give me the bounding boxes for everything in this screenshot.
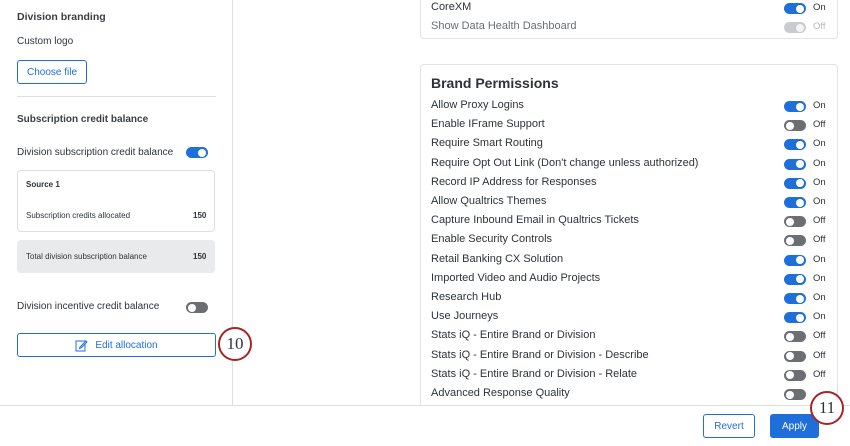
step-callout-10: 10	[218, 327, 252, 361]
permission-state-research-hub: On	[813, 292, 826, 303]
step-callout-11: 11	[810, 391, 844, 425]
permission-label-show-data-health-dashboard: Show Data Health Dashboard	[431, 20, 577, 32]
permission-state-allow-qualtrics-themes: On	[813, 196, 826, 207]
total-balance-label: Total division subscription balance	[26, 252, 147, 261]
permission-state-enable-iframe-support: Off	[813, 119, 826, 131]
permission-state-use-journeys: On	[813, 311, 826, 323]
permission-state-stats-iq-entire-brand-or-division-relate: Off	[813, 368, 826, 380]
permission-state-stats-iq-entire-brand-or-division-describe: Off	[813, 349, 826, 361]
permission-label-stats-iq-entire-brand-or-division: Stats iQ - Entire Brand or Division	[431, 329, 596, 342]
permission-state-capture-inbound-email-in-qualtrics-tickets: Off	[813, 215, 826, 227]
apply-button[interactable]: Apply	[770, 414, 819, 438]
brand-permissions-title: Brand Permissions	[431, 75, 559, 91]
permission-state-stats-iq-entire-brand-or-division: Off	[813, 330, 826, 342]
permission-label-research-hub: Research Hub	[431, 291, 502, 303]
custom-logo-label: Custom logo	[17, 36, 74, 47]
permission-state-enable-security-controls: Off	[813, 234, 826, 246]
choose-file-button[interactable]: Choose file	[17, 60, 87, 84]
permission-toggle-research-hub[interactable]	[784, 293, 806, 304]
permission-toggle-enable-iframe-support[interactable]	[784, 120, 806, 132]
permission-toggle-capture-inbound-email-in-qualtrics-tickets[interactable]	[784, 216, 806, 228]
credits-allocated-label: Subscription credits allocated	[26, 211, 131, 220]
permission-label-require-opt-out-link-don-t-change-unless-authorized: Require Opt Out Link (Don't change unles…	[431, 156, 699, 169]
permission-toggle-imported-video-and-audio-projects[interactable]	[784, 273, 806, 285]
permission-toggle-require-smart-routing[interactable]	[784, 139, 806, 151]
permission-state-imported-video-and-audio-projects: On	[813, 272, 826, 284]
permission-label-use-journeys: Use Journeys	[431, 310, 499, 323]
permission-label-retail-banking-cx-solution: Retail Banking CX Solution	[431, 252, 564, 265]
divider	[17, 96, 216, 97]
subscription-credit-title: Subscription credit balance	[17, 114, 149, 125]
permission-toggle-stats-iq-entire-brand-or-division-describe[interactable]	[784, 350, 806, 362]
permission-label-enable-iframe-support: Enable IFrame Support	[431, 118, 545, 131]
permission-toggle-require-opt-out-link-don-t-change-unless-authorized[interactable]	[784, 158, 806, 170]
credits-allocated-value: 150	[193, 211, 207, 220]
permission-toggle-stats-iq-entire-brand-or-division[interactable]	[784, 331, 806, 343]
division-subscription-toggle[interactable]	[186, 147, 208, 158]
permission-state-corexm: On	[813, 2, 826, 13]
permission-state-require-opt-out-link-don-t-change-unless-authorized: On	[813, 157, 826, 169]
edit-allocation-label: Edit allocation	[95, 339, 158, 351]
permission-label-record-ip-address-for-responses: Record IP Address for Responses	[431, 175, 597, 188]
permission-toggle-record-ip-address-for-responses[interactable]	[784, 177, 806, 189]
edit-pencil-icon	[75, 339, 89, 352]
permission-label-stats-iq-entire-brand-or-division-describe: Stats iQ - Entire Brand or Division - De…	[431, 348, 649, 361]
permission-toggle-corexm[interactable]	[784, 3, 806, 14]
permission-label-capture-inbound-email-in-qualtrics-tickets: Capture Inbound Email in Qualtrics Ticke…	[431, 214, 639, 227]
permission-label-allow-qualtrics-themes: Allow Qualtrics Themes	[431, 195, 547, 207]
permission-label-require-smart-routing: Require Smart Routing	[431, 137, 543, 150]
division-incentive-toggle[interactable]	[186, 302, 208, 313]
division-incentive-label: Division incentive credit balance	[17, 301, 160, 312]
division-subscription-label: Division subscription credit balance	[17, 147, 174, 158]
permission-state-record-ip-address-for-responses: On	[813, 176, 826, 188]
permission-state-retail-banking-cx-solution: On	[813, 253, 826, 265]
permission-toggle-enable-security-controls[interactable]	[784, 235, 806, 247]
source-title: Source 1	[26, 180, 60, 189]
permission-label-corexm: CoreXM	[431, 1, 472, 13]
permission-toggle-retail-banking-cx-solution[interactable]	[784, 254, 806, 266]
total-balance-value: 150	[193, 252, 207, 261]
permission-toggle-show-data-health-dashboard	[784, 22, 806, 33]
edit-allocation-button[interactable]: Edit allocation	[17, 333, 216, 357]
permission-state-require-smart-routing: On	[813, 138, 826, 150]
permission-label-allow-proxy-logins: Allow Proxy Logins	[431, 99, 524, 111]
permission-toggle-allow-qualtrics-themes[interactable]	[784, 197, 806, 208]
permission-label-advanced-response-quality: Advanced Response Quality	[431, 387, 570, 399]
permission-toggle-allow-proxy-logins[interactable]	[784, 101, 806, 112]
permission-state-show-data-health-dashboard: Off	[813, 21, 826, 32]
revert-button[interactable]: Revert	[703, 414, 755, 438]
permission-state-allow-proxy-logins: On	[813, 100, 826, 111]
permission-toggle-advanced-response-quality[interactable]	[784, 389, 806, 400]
permission-toggle-use-journeys[interactable]	[784, 312, 806, 324]
permission-label-stats-iq-entire-brand-or-division-relate: Stats iQ - Entire Brand or Division - Re…	[431, 367, 638, 380]
permission-toggle-stats-iq-entire-brand-or-division-relate[interactable]	[784, 369, 806, 381]
permission-label-imported-video-and-audio-projects: Imported Video and Audio Projects	[431, 271, 601, 284]
division-settings-panel: Division branding Custom logo Choose fil…	[0, 0, 233, 405]
permission-label-enable-security-controls: Enable Security Controls	[431, 233, 553, 246]
division-branding-title: Division branding	[17, 11, 106, 23]
